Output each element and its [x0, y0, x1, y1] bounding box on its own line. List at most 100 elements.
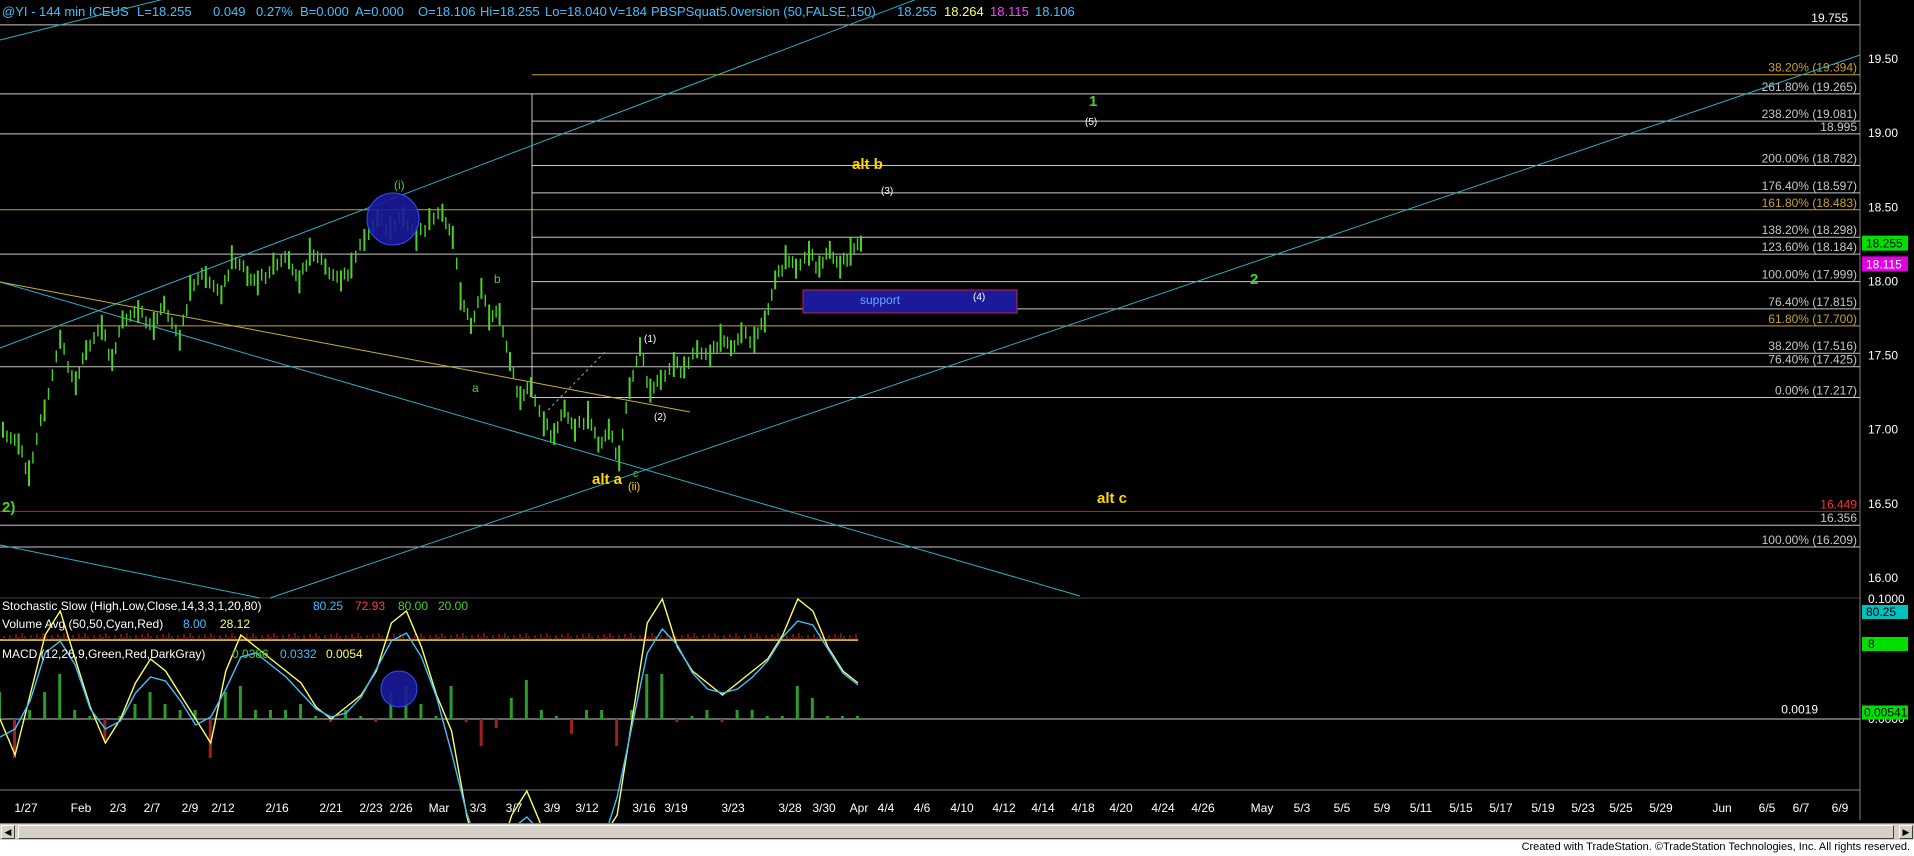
macd-hist-bar — [570, 719, 573, 734]
macd-hist-bar — [374, 719, 378, 722]
time-tick-label: 4/10 — [950, 801, 974, 815]
header-ask: A=0.000 — [355, 4, 404, 19]
volume-axis-label: 8 — [1868, 637, 1875, 651]
time-tick-label: 2/9 — [182, 801, 199, 815]
macd-hist-bar — [795, 686, 799, 719]
time-tick-label: 3/28 — [778, 801, 802, 815]
macd-hist-bar — [856, 716, 859, 719]
time-tick-label: 5/17 — [1489, 801, 1513, 815]
time-tick-label: 5/19 — [1531, 801, 1555, 815]
macd-highlight-circle — [380, 670, 418, 708]
fib-label: 100.00% (17.999) — [1762, 268, 1857, 282]
macd-hist-bar — [690, 716, 694, 719]
wave-label-alt-a: alt a — [592, 471, 623, 488]
time-tick-label: Feb — [71, 801, 92, 815]
macd-hist-bar — [58, 674, 62, 719]
macd-ref-label: 0.0019 — [1781, 703, 1818, 717]
fib-label: 76.40% (17.425) — [1768, 353, 1857, 367]
fib-label: 123.60% (18.184) — [1762, 240, 1857, 254]
time-tick-label: 5/11 — [1410, 801, 1433, 815]
stochastic-lower: 20.00 — [438, 599, 468, 613]
wave-label-i: (i) — [394, 178, 405, 192]
macd-hist-bar — [615, 719, 619, 746]
macd-hist-bar — [780, 716, 784, 719]
macd-hist-bar — [554, 716, 558, 719]
stochastic-pane[interactable]: Stochastic Slow (High,Low,Close,14,3,3,1… — [2, 599, 468, 613]
time-tick-label: Apr — [850, 801, 869, 815]
fib-label: 176.40% (18.597) — [1762, 179, 1857, 193]
wave-label-2: 2 — [1250, 271, 1258, 288]
fib-label: 18.995 — [1820, 120, 1857, 134]
macd-hist-bar — [299, 704, 303, 719]
time-tick-label: 5/23 — [1571, 801, 1595, 815]
price-tick-label: 19.50 — [1868, 52, 1898, 66]
time-tick-label: 4/6 — [914, 801, 931, 815]
stochastic-upper: 80.00 — [398, 599, 428, 613]
stochastic-k: 80.25 — [313, 599, 343, 613]
price-chart[interactable]: @YI - 144 min ICEUS L=18.255 0.049 0.27%… — [0, 0, 1914, 856]
macd-hist-bar — [750, 710, 754, 719]
macd-hist-bar — [509, 698, 513, 719]
wave-label-3-sub: (3) — [881, 186, 893, 197]
macd-hist-bar — [585, 710, 589, 719]
fib-label: 161.80% (18.483) — [1762, 196, 1857, 210]
macd-hist-bar — [675, 719, 679, 722]
macd-hist-bar — [419, 704, 423, 719]
support-label: support — [860, 293, 901, 307]
wave-label-alt-c: alt c — [1097, 490, 1127, 507]
time-tick-label: 3/19 — [664, 801, 688, 815]
macd-hist: 0.0054 — [326, 647, 363, 661]
fib-label: 0.00% (17.217) — [1775, 384, 1857, 398]
macd-hist-bar — [705, 710, 709, 719]
macd-pane[interactable]: MACD (12,26,9,Green,Red,DarkGray) 0.0386… — [2, 647, 363, 661]
price-tick-label: 17.00 — [1868, 423, 1898, 437]
time-tick-label: Jun — [1712, 801, 1731, 815]
close-price-label: 18.115 — [1866, 257, 1902, 271]
time-tick-label: 3/9 — [544, 801, 561, 815]
macd-hist-bar — [284, 710, 287, 719]
price-tick-label: 18.50 — [1868, 200, 1898, 214]
header-last: L=18.255 — [137, 4, 192, 19]
macd-hist-bar — [148, 692, 152, 719]
horizontal-scrollbar[interactable]: ◀ ▶ — [0, 823, 1914, 840]
price-tick-label: 18.00 — [1868, 274, 1898, 288]
time-tick-label: 4/4 — [878, 801, 895, 815]
time-tick-label: 5/29 — [1649, 801, 1673, 815]
macd-title: MACD (12,26,9,Green,Red,DarkGray) — [2, 647, 205, 661]
header-change: 0.049 — [213, 4, 246, 19]
time-tick-label: 5/15 — [1449, 801, 1473, 815]
time-tick-label: 3/3 — [470, 801, 487, 815]
macd-hist-bar — [840, 716, 844, 719]
time-tick-label: 6/5 — [1759, 801, 1776, 815]
fib-label: 200.00% (18.782) — [1762, 151, 1857, 165]
macd-hist-bar — [359, 716, 363, 719]
time-tick-label: Mar — [429, 801, 450, 815]
time-tick-label: 4/20 — [1109, 801, 1133, 815]
time-tick-label: 2/23 — [359, 801, 383, 815]
wave-label-1-sub: (1) — [644, 334, 656, 345]
scroll-left-arrow-icon[interactable]: ◀ — [1, 825, 15, 839]
macd-hist-bar — [449, 686, 453, 719]
macd-hist-bar — [253, 710, 257, 719]
scroll-thumb[interactable] — [18, 825, 1894, 839]
time-tick-label: 1/27 — [14, 801, 38, 815]
macd-last-label: 0.00541 — [1864, 706, 1908, 720]
macd-hist-bar — [765, 716, 769, 719]
header-value-1: 18.255 — [897, 4, 937, 19]
highlight-circle — [366, 192, 420, 246]
scroll-right-arrow-icon[interactable]: ▶ — [1899, 825, 1913, 839]
time-tick-label: 2/12 — [211, 801, 235, 815]
macd-hist-bar — [28, 710, 32, 719]
header-bid: B=0.000 — [300, 4, 349, 19]
time-tick-label: 3/30 — [812, 801, 836, 815]
volume-title: Volume Avg (50,50,Cyan,Red) — [2, 617, 163, 631]
macd-hist-bar — [0, 692, 1, 719]
wave-label-5-sub: (5) — [1085, 117, 1097, 128]
price-tick-label: 17.50 — [1868, 349, 1898, 363]
header-value-3: 18.115 — [990, 4, 1029, 19]
macd-hist-bar — [178, 710, 182, 719]
footer: Created with TradeStation. ©TradeStation… — [0, 840, 1914, 856]
macd-hist-bar — [43, 692, 47, 719]
fib-label: 38.20% (19.394) — [1768, 61, 1857, 75]
fib-label: 76.40% (17.815) — [1768, 295, 1857, 309]
